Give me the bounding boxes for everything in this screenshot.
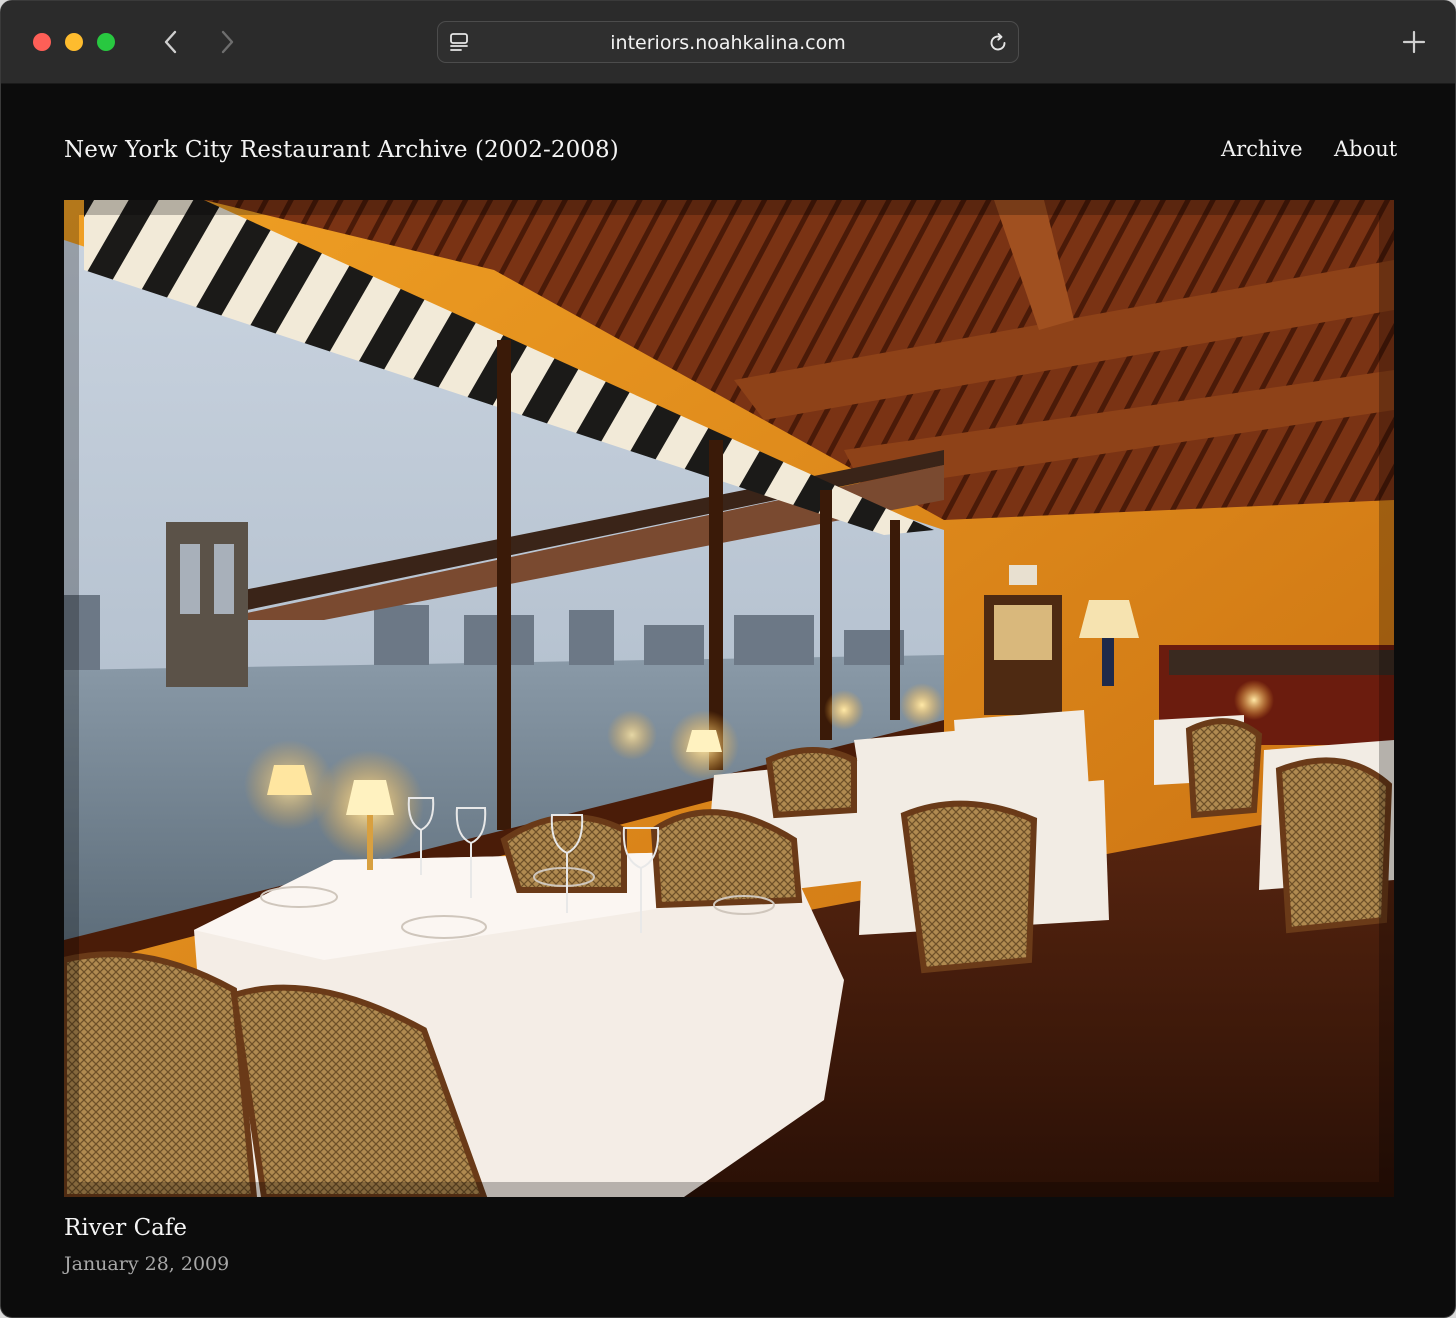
browser-toolbar: interiors.noahkalina.com bbox=[1, 1, 1455, 84]
close-window-button[interactable] bbox=[33, 33, 51, 51]
zoom-window-button[interactable] bbox=[97, 33, 115, 51]
photo-illustration bbox=[64, 200, 1394, 1197]
forward-button[interactable] bbox=[213, 27, 241, 57]
back-icon bbox=[164, 30, 177, 54]
browser-window: interiors.noahkalina.com New York City R… bbox=[0, 0, 1456, 1318]
post-title[interactable]: River Cafe bbox=[64, 1215, 187, 1241]
new-tab-button[interactable] bbox=[1399, 27, 1429, 57]
plus-icon bbox=[1402, 30, 1426, 54]
nav-about-link[interactable]: About bbox=[1334, 137, 1397, 161]
post-date: January 28, 2009 bbox=[64, 1253, 230, 1275]
nav-archive-link[interactable]: Archive bbox=[1221, 137, 1303, 161]
forward-icon bbox=[221, 30, 234, 54]
restaurant-interior-photo bbox=[64, 200, 1394, 1197]
site-title[interactable]: New York City Restaurant Archive (2002-2… bbox=[64, 137, 619, 163]
minimize-window-button[interactable] bbox=[65, 33, 83, 51]
reload-icon[interactable] bbox=[986, 31, 1010, 55]
address-bar[interactable]: interiors.noahkalina.com bbox=[437, 21, 1019, 63]
back-button[interactable] bbox=[157, 27, 185, 57]
address-url[interactable]: interiors.noahkalina.com bbox=[438, 22, 1018, 64]
